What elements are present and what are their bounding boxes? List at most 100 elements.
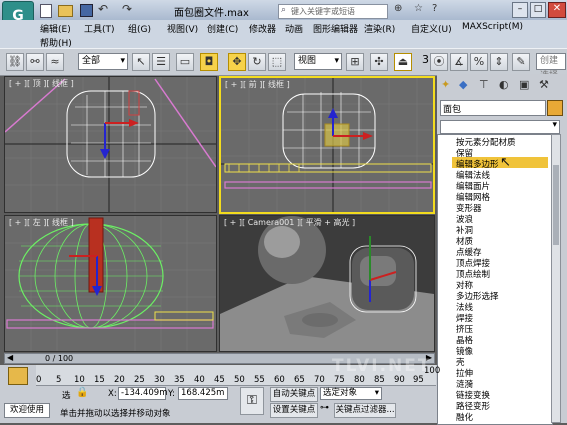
close-button[interactable]: ✕: [548, 2, 566, 18]
menu-edit[interactable]: 编辑(E): [40, 22, 71, 35]
modify-tab-icon[interactable]: ◆: [459, 78, 467, 91]
menu-create[interactable]: 创建(C): [207, 22, 238, 35]
save-file-icon[interactable]: [80, 4, 93, 17]
object-name-value: 面包: [443, 105, 462, 115]
window-crossing-icon[interactable]: ◘: [200, 53, 218, 71]
snap-value[interactable]: 3: [422, 53, 429, 66]
key-mode-value: 选定对象: [323, 388, 358, 398]
timeline-tick: 75: [334, 375, 345, 385]
modifier-list-scrollbar[interactable]: [551, 134, 561, 423]
viewport-left[interactable]: [ + ][ 左 ][ 线框 ]: [4, 215, 217, 352]
x-coordinate-field[interactable]: -134.409m: [118, 387, 168, 400]
timeline-tick: 30: [154, 375, 165, 385]
scale-icon[interactable]: ⬚: [268, 53, 286, 71]
auto-key-button[interactable]: 自动关键点: [270, 387, 318, 402]
viewport-camera-label[interactable]: [ + ][ Camera001 ][ 平滑 + 高光 ]: [224, 217, 355, 228]
chevron-left-icon[interactable]: ◀: [7, 353, 13, 362]
select-manipulate-icon[interactable]: ✣: [370, 53, 388, 71]
move-icon[interactable]: ✥: [228, 53, 246, 71]
viewport-front[interactable]: [ + ][ 前 ][ 线框 ]: [219, 76, 435, 214]
y-coordinate-field[interactable]: 168.425m: [178, 387, 228, 400]
object-color-swatch[interactable]: [547, 100, 563, 116]
open-file-icon[interactable]: [58, 5, 73, 17]
welcome-tab[interactable]: 欢迎使用: [4, 403, 50, 418]
rect-selection-icon[interactable]: ▭: [176, 53, 194, 71]
help-icon[interactable]: ?: [432, 3, 437, 14]
key-mode-dropdown[interactable]: 选定对象 ▾: [320, 387, 382, 400]
display-tab-icon[interactable]: ▣: [519, 78, 529, 91]
hierarchy-tab-icon[interactable]: ⊤: [479, 78, 489, 91]
select-object-icon[interactable]: ↖: [132, 53, 150, 71]
viewport-left-canvas: [5, 216, 216, 351]
menu-group[interactable]: 组(G): [128, 22, 151, 35]
mouse-cursor-icon: ↖: [500, 155, 511, 170]
menu-modifiers[interactable]: 修改器: [249, 22, 276, 35]
edit-named-selection-icon[interactable]: ✎: [512, 53, 530, 71]
link-icon[interactable]: ⛓: [6, 53, 24, 71]
selection-filter-dropdown[interactable]: 全部 ▾: [78, 53, 128, 70]
timeline-tick: 15: [94, 375, 105, 385]
percent-snap-icon[interactable]: %: [470, 53, 488, 71]
object-name-field[interactable]: 面包: [440, 100, 546, 116]
y-label: Y:: [168, 389, 175, 399]
help-search-input[interactable]: 键入关键字或短语 ⌕: [278, 4, 388, 19]
bind-space-warp-icon[interactable]: ≈: [46, 53, 64, 71]
new-file-icon[interactable]: [40, 4, 52, 18]
y-coordinate-value: 168.425m: [181, 388, 225, 398]
search-icon: ⌕: [281, 5, 287, 15]
chevron-down-icon: ▾: [552, 120, 557, 130]
keyboard-shortcut-override-icon[interactable]: ⏏: [394, 53, 412, 71]
modifier-list-dropdown[interactable]: ▾: [440, 120, 560, 134]
named-selection-input[interactable]: 创建选择: [536, 53, 566, 81]
minimize-button[interactable]: –: [512, 2, 528, 18]
auto-key-label: 自动关键点: [272, 389, 316, 399]
spinner-snap-icon[interactable]: ⇕: [490, 53, 508, 71]
menu-views[interactable]: 视图(V): [167, 22, 198, 35]
reference-coord-dropdown[interactable]: 视图 ▾: [294, 53, 342, 70]
window-title: 面包圈文件.max: [174, 8, 249, 19]
undo-icon[interactable]: ↶: [98, 2, 108, 16]
viewport-left-label[interactable]: [ + ][ 左 ][ 线框 ]: [9, 217, 74, 228]
menu-rendering[interactable]: 渲染(R): [364, 22, 395, 35]
menu-graph-editors[interactable]: 图形编辑器: [313, 22, 358, 35]
command-panel: ✦ ◆ ⊤ ◐ ▣ ⚒ 面包 ▾ 按元素分配材质 保留 编辑多边形 编辑法线 编…: [437, 74, 567, 425]
viewport-front-canvas: [221, 78, 433, 212]
timeline-tick: 10: [74, 375, 85, 385]
snap-toggle-icon[interactable]: ⦿: [430, 53, 448, 71]
key-filters-button[interactable]: 关键点过滤器...: [334, 403, 396, 418]
chevron-down-icon: ▾: [374, 388, 379, 398]
viewport-camera-canvas: [220, 216, 434, 351]
timeline-tick: 25: [134, 375, 145, 385]
menu-customize[interactable]: 自定义(U): [411, 22, 452, 35]
redo-icon[interactable]: ↷: [122, 2, 132, 16]
pivot-center-icon[interactable]: ⊞: [346, 53, 364, 71]
menu-animation[interactable]: 动画: [285, 22, 303, 35]
help-search-placeholder: 键入关键字或短语: [291, 7, 355, 16]
lock-selection-icon[interactable]: 🔒: [76, 387, 88, 398]
community-icon[interactable]: ☆: [414, 3, 423, 14]
key-filter-icon[interactable]: ⊶: [320, 403, 329, 413]
angle-snap-icon[interactable]: ∡: [450, 53, 468, 71]
rotate-icon[interactable]: ↻: [248, 53, 266, 71]
timeline-tick: 35: [174, 375, 185, 385]
binoculars-icon[interactable]: ⊕: [394, 3, 402, 14]
viewport-top[interactable]: [ + ][ 顶 ][ 线框 ]: [4, 76, 217, 213]
motion-tab-icon[interactable]: ◐: [499, 78, 509, 91]
viewport-camera[interactable]: [ + ][ Camera001 ][ 平滑 + 高光 ]: [219, 215, 435, 352]
maxscript-listener-icon[interactable]: [8, 367, 28, 385]
create-tab-icon[interactable]: ✦: [441, 78, 450, 91]
key-icon[interactable]: ⚿: [240, 387, 264, 415]
menu-maxscript[interactable]: MAXScript(M): [462, 22, 523, 32]
menu-tools[interactable]: 工具(T): [84, 22, 115, 35]
timeline-tick: 40: [194, 375, 205, 385]
utilities-tab-icon[interactable]: ⚒: [539, 78, 549, 91]
maximize-button[interactable]: □: [530, 2, 546, 18]
viewport-top-label[interactable]: [ + ][ 顶 ][ 线框 ]: [9, 78, 74, 89]
command-panel-tabs: ✦ ◆ ⊤ ◐ ▣ ⚒: [437, 76, 567, 96]
select-by-name-icon[interactable]: ☰: [152, 53, 170, 71]
unlink-icon[interactable]: ⚯: [26, 53, 44, 71]
set-key-button[interactable]: 设置关键点: [270, 403, 318, 418]
scrollbar-thumb[interactable]: [553, 165, 559, 245]
viewport-front-label[interactable]: [ + ][ 前 ][ 线框 ]: [225, 79, 290, 90]
modifier-item[interactable]: 融化: [456, 411, 473, 423]
